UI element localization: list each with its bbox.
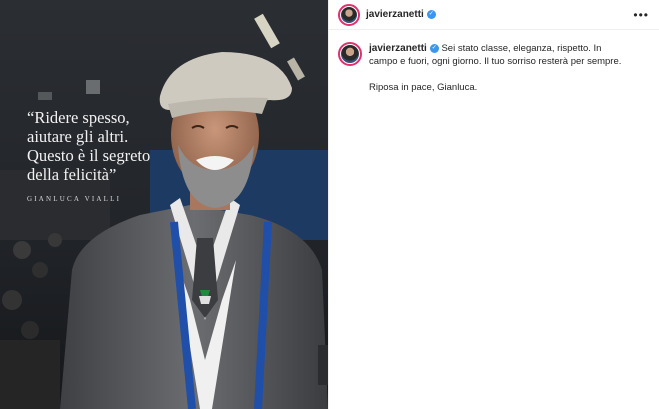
post-sidebar: javierzanetti ✓ ••• javierzanetti ✓ Sei s… bbox=[328, 0, 659, 409]
verified-badge-icon: ✓ bbox=[426, 10, 436, 19]
avatar-image bbox=[341, 6, 357, 23]
caption-second-paragraph: Riposa in pace, Gianluca. bbox=[369, 82, 478, 93]
caption-first-paragraph: javierzanetti ✓ Sei stato classe, eleganz… bbox=[369, 42, 629, 68]
quote-text: “Ridere spesso, aiutare gli altri. Quest… bbox=[27, 108, 151, 184]
post-header: javierzanetti ✓ ••• bbox=[329, 0, 659, 30]
header-username[interactable]: javierzanetti bbox=[366, 9, 424, 20]
quote-author: GIANLUCA VIALLI bbox=[27, 195, 122, 203]
caption-body: javierzanetti ✓ Sei stato classe, eleganz… bbox=[369, 42, 629, 94]
caption-verified-badge-icon: ✓ bbox=[429, 43, 439, 53]
more-options-icon[interactable]: ••• bbox=[633, 8, 649, 22]
avatar[interactable] bbox=[338, 3, 360, 26]
caption-username[interactable]: javierzanetti bbox=[369, 43, 427, 54]
post-view: “Ridere spesso, aiutare gli altri. Quest… bbox=[0, 0, 659, 409]
portrait-photo bbox=[0, 0, 328, 409]
caption-avatar[interactable] bbox=[338, 42, 362, 66]
caption-comment: javierzanetti ✓ Sei stato classe, eleganz… bbox=[329, 30, 659, 94]
caption-avatar-image bbox=[341, 45, 359, 63]
post-image[interactable]: “Ridere spesso, aiutare gli altri. Quest… bbox=[0, 0, 328, 409]
